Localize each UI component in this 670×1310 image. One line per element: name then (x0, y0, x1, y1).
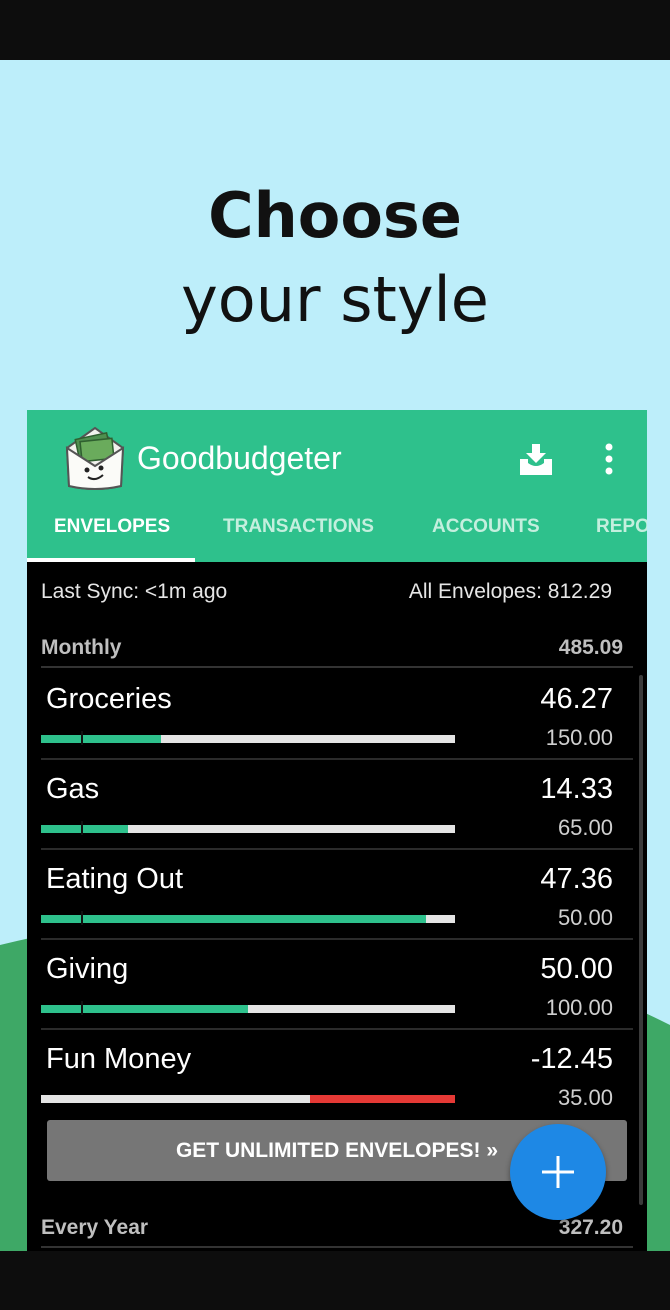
headline-line-2: your style (181, 263, 489, 336)
divider (41, 1246, 633, 1248)
progress-fill (41, 915, 427, 923)
group-amount: 327.20 (558, 1216, 623, 1239)
promo-panel: Choose your style Goodbudgeter ENVELOPES… (0, 60, 670, 1251)
envelope-row-gas[interactable]: Gas 14.33 65.00 (41, 759, 633, 850)
tab-accounts[interactable]: ACCOUNTS (432, 506, 540, 562)
envelope-target: 150.00 (545, 725, 613, 750)
logo-icon (65, 426, 125, 490)
envelope-name: Giving (46, 953, 129, 985)
more-vert-icon[interactable] (597, 440, 621, 480)
app-screen: Goodbudgeter ENVELOPES TRANSACTIONS ACCO… (27, 410, 647, 1251)
divider (41, 666, 633, 668)
progress-tick (81, 911, 83, 925)
envelope-row-groceries[interactable]: Groceries 46.27 150.00 (41, 669, 633, 760)
progress-tick (81, 1001, 83, 1015)
envelope-target: 100.00 (545, 995, 613, 1020)
tab-envelopes[interactable]: ENVELOPES (54, 506, 170, 562)
progress-tick (81, 821, 83, 835)
app-title: Goodbudgeter (137, 440, 342, 476)
envelope-progress-bar (41, 1005, 455, 1013)
envelope-progress-bar (41, 825, 455, 833)
envelope-balance: 47.36 (540, 863, 613, 895)
envelope-target: 50.00 (557, 905, 613, 930)
progress-fill (41, 735, 162, 743)
inbox-download-icon[interactable] (517, 441, 555, 479)
envelope-name: Fun Money (46, 1043, 192, 1075)
group-amount: 485.09 (558, 636, 623, 659)
envelope-row-fun-money[interactable]: Fun Money -12.45 35.00 (41, 1029, 633, 1119)
envelope-row-eating-out[interactable]: Eating Out 47.36 50.00 (41, 849, 633, 940)
envelope-row-giving[interactable]: Giving 50.00 100.00 (41, 939, 633, 1030)
envelope-name: Groceries (46, 683, 172, 715)
app-bar: Goodbudgeter ENVELOPES TRANSACTIONS ACCO… (27, 410, 647, 562)
headline-line-1: Choose (208, 179, 462, 252)
progress-fill (41, 1005, 248, 1013)
promo-headline: Choose your style (0, 178, 670, 346)
envelope-balance: 50.00 (540, 953, 613, 985)
all-envelopes-total: All Envelopes: 812.29 (408, 580, 612, 603)
tab-transactions[interactable]: TRANSACTIONS (223, 506, 374, 562)
envelope-name: Eating Out (46, 863, 184, 895)
tab-bar: ENVELOPES TRANSACTIONS ACCOUNTS REPO (27, 506, 647, 562)
progress-fill (41, 825, 128, 833)
envelope-target: 65.00 (557, 815, 613, 840)
envelope-progress-bar (41, 1095, 455, 1103)
progress-fill (310, 1095, 455, 1103)
last-sync-text: Last Sync: <1m ago (41, 580, 228, 603)
group-name: Monthly (41, 636, 122, 659)
add-icon (542, 1156, 574, 1188)
progress-tick (81, 731, 83, 745)
tab-reports[interactable]: REPO (596, 506, 647, 562)
tab-indicator (27, 558, 195, 562)
navigation-bar (0, 1251, 670, 1310)
envelope-name: Gas (46, 773, 100, 805)
envelope-balance: -12.45 (530, 1043, 613, 1075)
add-envelope-fab[interactable] (510, 1124, 606, 1220)
envelope-balance: 46.27 (540, 683, 613, 715)
envelope-progress-bar (41, 735, 455, 743)
group-name: Every Year (41, 1216, 149, 1239)
scrollbar[interactable] (639, 675, 643, 1205)
envelope-balance: 14.33 (540, 773, 613, 805)
envelope-target: 35.00 (557, 1085, 613, 1110)
status-bar (0, 0, 670, 60)
envelope-progress-bar (41, 915, 455, 923)
